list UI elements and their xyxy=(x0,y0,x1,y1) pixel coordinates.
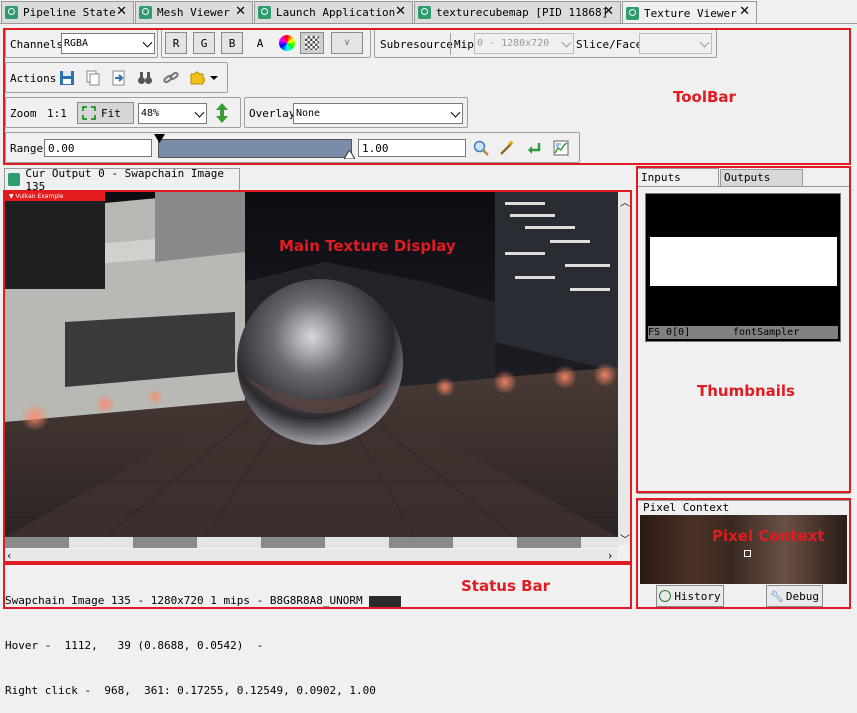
tab-icon xyxy=(5,6,18,19)
thumbnails-annotation: Thumbnails xyxy=(697,382,795,400)
tab-label: Pipeline State xyxy=(23,6,116,19)
toolbar-annotation: ToolBar xyxy=(673,88,736,106)
close-icon[interactable]: ✕ xyxy=(395,4,406,19)
close-icon[interactable]: ✕ xyxy=(603,4,614,19)
pixel-context-annotation-box xyxy=(636,498,851,609)
tab-pipeline-state[interactable]: Pipeline State ✕ xyxy=(1,1,134,23)
tab-bar-divider xyxy=(0,23,857,24)
tab-label: Launch Application xyxy=(276,6,396,19)
tab-texturecubemap[interactable]: texturecubemap [PID 11868] ✕ xyxy=(414,1,621,23)
status-line-hover: Hover - 1112, 39 (0.8688, 0.0542) - xyxy=(5,639,264,652)
tab-mesh-viewer[interactable]: Mesh Viewer ✕ xyxy=(135,1,253,23)
tab-label: texturecubemap [PID 11868] xyxy=(436,6,609,19)
tab-icon xyxy=(626,6,639,20)
tab-icon xyxy=(418,6,431,19)
close-icon[interactable]: ✕ xyxy=(235,4,246,19)
texture-tab-label: Cur Output 0 - Swapchain Image 135 xyxy=(25,166,225,193)
tab-label: Texture Viewer xyxy=(644,6,737,20)
tab-icon xyxy=(8,173,21,186)
close-icon[interactable]: ✕ xyxy=(116,4,127,19)
tab-icon xyxy=(258,6,271,19)
pixel-context-annotation: Pixel Context xyxy=(712,527,825,545)
tab-icon xyxy=(139,6,152,19)
close-icon[interactable]: ✕ xyxy=(739,4,750,19)
tab-label: Mesh Viewer xyxy=(157,6,230,19)
tab-launch-application[interactable]: Launch Application ✕ xyxy=(254,1,413,23)
thumbnails-annotation-box xyxy=(636,166,851,493)
status-line-right-click: Right click - 968, 361: 0.17255, 0.12549… xyxy=(5,684,376,697)
status-bar-annotation: Status Bar xyxy=(461,577,551,595)
main-texture-annotation: Main Texture Display xyxy=(279,237,456,255)
tab-texture-viewer[interactable]: Texture Viewer ✕ xyxy=(622,1,757,24)
texture-output-tab[interactable]: Cur Output 0 - Swapchain Image 135 xyxy=(4,166,240,193)
